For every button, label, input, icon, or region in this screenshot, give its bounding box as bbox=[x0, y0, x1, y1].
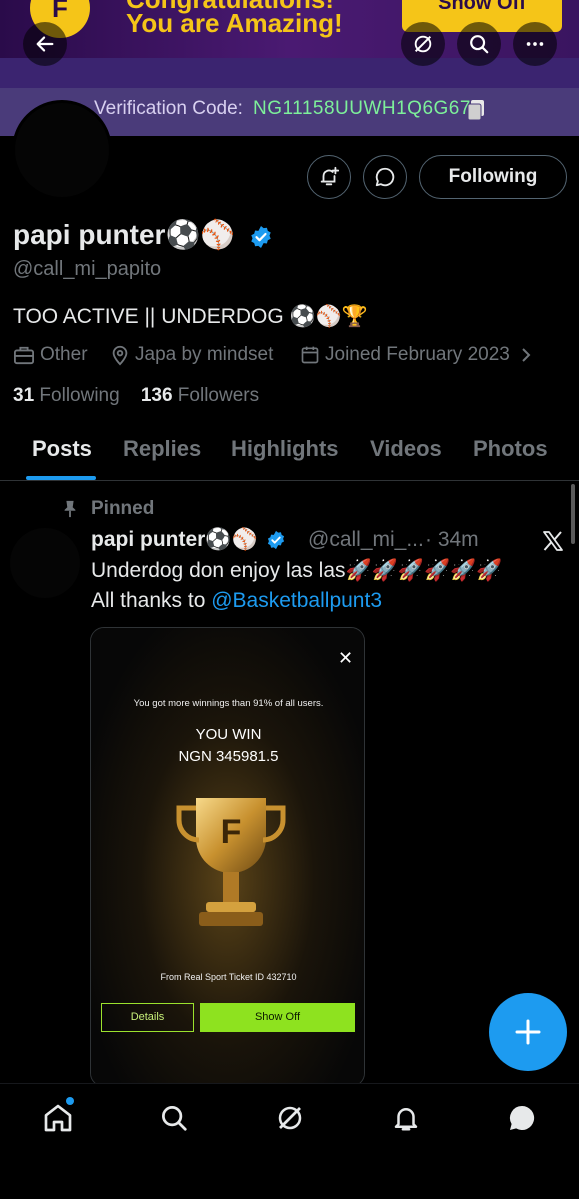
home-icon bbox=[44, 1104, 72, 1132]
post-media-image[interactable]: ✕ You got more winnings than 91% of all … bbox=[90, 627, 365, 1087]
more-button[interactable] bbox=[513, 22, 557, 66]
scrollbar[interactable] bbox=[571, 484, 575, 544]
grok-icon bbox=[278, 1106, 302, 1130]
post-author-handle[interactable]: @call_mi_... bbox=[308, 528, 424, 552]
bell-plus-icon bbox=[320, 166, 340, 186]
copy-icon[interactable] bbox=[466, 99, 486, 121]
post-text-line1: Underdog don enjoy las las🚀🚀🚀🚀🚀🚀 bbox=[91, 559, 503, 582]
nav-grok[interactable] bbox=[272, 1100, 308, 1136]
post-text-prefix: All thanks to bbox=[91, 589, 212, 612]
verification-label: Verification Code: bbox=[94, 98, 243, 119]
display-name-text: papi punter⚽⚾ bbox=[13, 219, 236, 250]
tabs-divider bbox=[0, 480, 579, 481]
tab-photos[interactable]: Photos bbox=[473, 436, 548, 462]
meta-location: Japa by mindset bbox=[110, 344, 273, 366]
media-details-button: Details bbox=[101, 1003, 194, 1032]
media-close-icon: ✕ bbox=[338, 648, 354, 668]
tab-replies[interactable]: Replies bbox=[123, 436, 201, 462]
display-name: papi punter⚽⚾ bbox=[13, 218, 273, 251]
promo-title-line2: You are Amazing! bbox=[126, 8, 343, 38]
message-button[interactable] bbox=[363, 155, 407, 199]
post-author-name-text: papi punter⚽⚾ bbox=[91, 528, 258, 551]
post-author-name[interactable]: papi punter⚽⚾ bbox=[91, 528, 286, 552]
verification-code: NG11158UUWH1Q6G67 bbox=[253, 98, 471, 119]
back-button[interactable] bbox=[23, 22, 67, 66]
post-mention-link[interactable]: @Basketballpunt3 bbox=[211, 589, 382, 612]
plus-icon bbox=[515, 1019, 541, 1045]
meta-category: Other bbox=[13, 344, 88, 366]
follow-counts: 31 Following 136 Followers bbox=[13, 385, 259, 407]
grok-icon bbox=[414, 35, 432, 53]
nav-search[interactable] bbox=[156, 1100, 192, 1136]
compose-button[interactable] bbox=[489, 993, 567, 1071]
following-label: Following bbox=[39, 385, 120, 406]
tab-posts[interactable]: Posts bbox=[32, 436, 92, 462]
tab-videos[interactable]: Videos bbox=[370, 436, 442, 462]
pin-icon bbox=[64, 500, 76, 518]
chat-bubble-icon bbox=[509, 1105, 535, 1130]
promo-strip bbox=[0, 58, 579, 88]
post-text-line2: All thanks to @Basketballpunt3 bbox=[91, 589, 382, 613]
notify-button[interactable] bbox=[307, 155, 351, 199]
briefcase-icon bbox=[14, 346, 34, 365]
following-button[interactable]: Following bbox=[419, 155, 567, 199]
x-logo-icon[interactable] bbox=[541, 529, 565, 553]
more-icon bbox=[526, 42, 544, 46]
tab-highlights[interactable]: Highlights bbox=[231, 436, 339, 462]
post-avatar[interactable] bbox=[10, 528, 80, 598]
grok-button[interactable] bbox=[401, 22, 445, 66]
media-winnings-text: You got more winnings than 91% of all us… bbox=[133, 698, 324, 709]
back-arrow-icon bbox=[36, 36, 54, 52]
bell-icon bbox=[394, 1108, 418, 1131]
following-count-link[interactable]: 31 Following bbox=[13, 385, 120, 406]
media-amount: NGN 345981.5 bbox=[178, 748, 279, 765]
nav-messages[interactable] bbox=[504, 1100, 540, 1136]
pinned-label: Pinned bbox=[91, 498, 155, 519]
chat-bubble-icon bbox=[375, 167, 395, 187]
nav-home[interactable] bbox=[40, 1100, 76, 1136]
followers-label: Followers bbox=[177, 385, 260, 406]
nav-notifications[interactable] bbox=[388, 1100, 424, 1136]
location-text: Japa by mindset bbox=[135, 344, 274, 365]
followers-count-link[interactable]: 136 Followers bbox=[141, 385, 259, 406]
location-pin-icon bbox=[112, 345, 128, 366]
joined-text: Joined February 2023 bbox=[325, 344, 510, 365]
svg-text:F: F bbox=[221, 813, 242, 851]
category-text: Other bbox=[40, 344, 88, 365]
following-count: 31 bbox=[13, 385, 35, 406]
followers-count: 136 bbox=[140, 385, 173, 406]
verified-badge-icon[interactable] bbox=[249, 225, 273, 249]
profile-handle: @call_mi_papito bbox=[13, 258, 162, 280]
media-ticket-text: From Real Sport Ticket ID 432710 bbox=[160, 972, 297, 982]
verified-badge-icon bbox=[268, 531, 285, 550]
profile-bio: TOO ACTIVE || UNDERDOG ⚽⚾🏆 bbox=[13, 305, 369, 328]
calendar-icon bbox=[301, 346, 319, 364]
meta-joined[interactable]: Joined February 2023 bbox=[300, 344, 533, 366]
chevron-right-icon bbox=[522, 348, 531, 362]
media-showoff-button: Show Off bbox=[200, 1003, 355, 1032]
post-time: · 34m bbox=[425, 528, 479, 551]
search-icon bbox=[162, 1106, 187, 1131]
media-you-win: YOU WIN bbox=[195, 726, 262, 743]
search-button[interactable] bbox=[457, 22, 501, 66]
search-icon bbox=[470, 35, 489, 54]
trophy-icon: F bbox=[176, 798, 286, 926]
home-notification-dot bbox=[66, 1097, 74, 1105]
